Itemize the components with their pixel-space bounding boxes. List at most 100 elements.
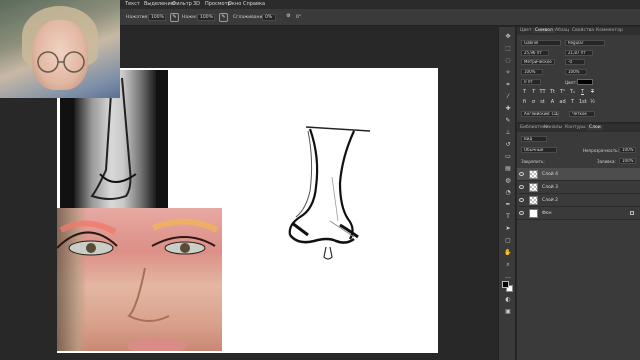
- flow-field[interactable]: 100%: [148, 14, 166, 21]
- layer-filter-select[interactable]: Вид: [521, 136, 547, 142]
- fill-label: Заливка:: [597, 159, 616, 164]
- move-icon[interactable]: ✥: [503, 32, 513, 42]
- subscript-button[interactable]: T₁: [569, 89, 576, 96]
- tab-paragraph[interactable]: Абзац: [555, 28, 569, 33]
- angle-label[interactable]: 0°: [296, 15, 301, 20]
- eye-icon[interactable]: [519, 198, 524, 202]
- menu-item-window[interactable]: Окно: [228, 1, 241, 7]
- hand-icon[interactable]: ✋: [503, 248, 513, 258]
- horizontal-scale-field[interactable]: 100%: [565, 69, 587, 75]
- tracking-field[interactable]: -0: [565, 59, 585, 65]
- font-style-select[interactable]: Regular: [565, 40, 605, 46]
- tab-paths[interactable]: Контуры: [565, 125, 586, 130]
- tab-character[interactable]: Символ: [533, 28, 555, 33]
- lock-label: Закрепить:: [521, 159, 545, 164]
- layer-name[interactable]: Слой 3: [542, 185, 558, 190]
- magic-wand-icon[interactable]: ✧: [503, 68, 513, 78]
- pressure-field[interactable]: 100%: [197, 14, 215, 21]
- screen-mode-icon[interactable]: ▣: [503, 307, 513, 317]
- menu-item-3d[interactable]: 3D: [193, 1, 200, 7]
- layer-name[interactable]: Слой 2: [542, 198, 558, 203]
- pressure-label: Нажм:: [182, 15, 198, 20]
- titling-button[interactable]: ad: [559, 99, 566, 106]
- ligatures-button[interactable]: ﬁ: [521, 99, 528, 106]
- menu-item-text[interactable]: Текст: [125, 1, 140, 7]
- pressure-toggle-icon[interactable]: ✎: [219, 13, 228, 22]
- gear-icon[interactable]: ⚙: [284, 13, 293, 22]
- vertical-scale-field[interactable]: 100%: [521, 69, 543, 75]
- layer-thumbnail: [529, 196, 538, 205]
- path-select-icon[interactable]: ➤: [503, 224, 513, 234]
- tab-layers[interactable]: Слои: [587, 125, 603, 130]
- menu-item-selection[interactable]: Выделение: [144, 1, 174, 7]
- smoothing-field[interactable]: 0%: [262, 14, 276, 21]
- shape-icon[interactable]: ▢: [503, 236, 513, 246]
- brush-icon[interactable]: ✎: [503, 116, 513, 126]
- eye-icon[interactable]: [519, 172, 524, 176]
- faux-bold-button[interactable]: T: [521, 89, 528, 96]
- layer-name[interactable]: Фон: [542, 211, 552, 216]
- layer-row[interactable]: Фон: [517, 207, 640, 220]
- pen-icon[interactable]: ✒: [503, 200, 513, 210]
- layer-row[interactable]: Слой 4: [517, 168, 640, 181]
- layer-row[interactable]: Слой 3: [517, 181, 640, 194]
- superscript-button[interactable]: T¹: [559, 89, 566, 96]
- tab-channels[interactable]: Каналы: [544, 125, 562, 130]
- layer-row[interactable]: Слой 2: [517, 194, 640, 207]
- fractions-button[interactable]: 1st: [579, 99, 587, 106]
- eyedropper-icon[interactable]: ⁄: [503, 92, 513, 102]
- layer-name[interactable]: Слой 4: [542, 172, 558, 177]
- strikethrough-button[interactable]: T: [589, 89, 596, 96]
- stamp-icon[interactable]: ⊥: [503, 128, 513, 138]
- layers-panel-tabs: Библиотеки Каналы Контуры Слои: [517, 124, 640, 132]
- foreground-color-swatch[interactable]: [502, 281, 509, 288]
- baseline-shift-field[interactable]: 0 пт: [521, 79, 541, 85]
- small-caps-button[interactable]: Tt: [549, 89, 556, 96]
- text-color-swatch[interactable]: [577, 79, 593, 85]
- layer-thumbnail: [529, 170, 538, 179]
- crop-icon[interactable]: ⌗: [503, 80, 513, 90]
- airbrush-icon[interactable]: ✎: [170, 13, 179, 22]
- gradient-icon[interactable]: ▤: [503, 164, 513, 174]
- type-icon[interactable]: T: [503, 212, 513, 222]
- alternates-button[interactable]: A: [549, 99, 556, 106]
- menu-item-filter[interactable]: Фильтр: [172, 1, 192, 7]
- tab-properties[interactable]: Свойства: [572, 28, 594, 33]
- face-features: [57, 218, 219, 351]
- tab-comments[interactable]: Комментар: [596, 28, 623, 33]
- lasso-icon[interactable]: ◌: [503, 56, 513, 66]
- half-button[interactable]: ½: [589, 99, 596, 106]
- zoom-icon[interactable]: ⌕: [503, 260, 513, 270]
- underline-button[interactable]: T: [579, 89, 586, 96]
- opacity-field[interactable]: 100%: [619, 147, 636, 153]
- swash-button[interactable]: st: [539, 99, 546, 106]
- dodge-icon[interactable]: ◔: [503, 188, 513, 198]
- antialias-select[interactable]: Чёткое: [569, 111, 595, 117]
- history-brush-icon[interactable]: ↺: [503, 140, 513, 150]
- font-size-field[interactable]: 25,96 пт: [521, 50, 549, 56]
- opacity-label: Непрозрачность:: [583, 148, 619, 153]
- healing-icon[interactable]: ✚: [503, 104, 513, 114]
- nose-sketch-drawing: [288, 126, 371, 260]
- faux-italic-button[interactable]: T: [530, 89, 537, 96]
- marquee-icon[interactable]: ⬚: [503, 44, 513, 54]
- quick-mask-icon[interactable]: ◐: [503, 295, 513, 305]
- webcam-overlay: [0, 0, 120, 98]
- tab-color[interactable]: Цвет: [520, 28, 532, 33]
- eye-icon[interactable]: [519, 211, 524, 215]
- eraser-icon[interactable]: ▭: [503, 152, 513, 162]
- ordinals-button[interactable]: T: [569, 99, 576, 106]
- menu-item-view[interactable]: Просмотр: [205, 1, 231, 7]
- language-select[interactable]: Английский: США: [521, 111, 559, 117]
- old-style-button[interactable]: σ: [530, 99, 537, 106]
- fill-field[interactable]: 100%: [619, 158, 636, 164]
- font-family-select[interactable]: Gabriel: [521, 40, 561, 46]
- character-panel: Цвет Символ Абзац Свойства Комментар Gab…: [517, 27, 640, 122]
- blend-mode-select[interactable]: Обычные: [521, 147, 557, 153]
- kerning-select[interactable]: Метрическое: [521, 59, 555, 65]
- menu-item-help[interactable]: Справка: [243, 1, 265, 7]
- blur-icon[interactable]: ◍: [503, 176, 513, 186]
- eye-icon[interactable]: [519, 185, 524, 189]
- all-caps-button[interactable]: TT: [539, 89, 546, 96]
- leading-field[interactable]: 21,87 пт: [565, 50, 593, 56]
